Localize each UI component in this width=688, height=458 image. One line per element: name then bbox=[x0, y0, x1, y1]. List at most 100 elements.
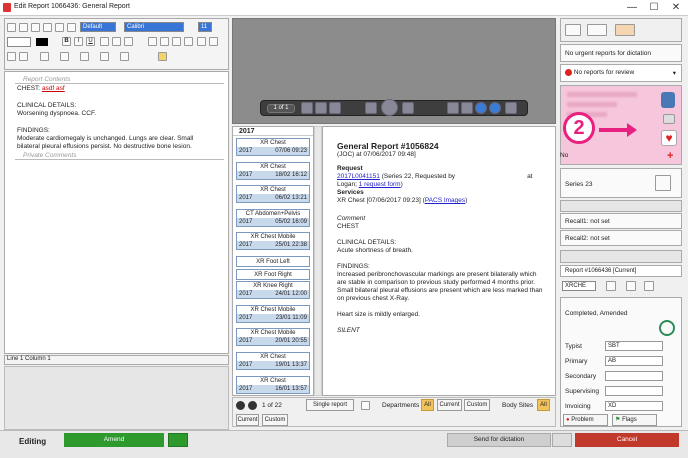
report-info-icon[interactable] bbox=[644, 281, 654, 291]
print-icon[interactable] bbox=[447, 102, 459, 114]
body-custom-button[interactable]: Custom bbox=[262, 414, 288, 426]
history-clock-icon[interactable] bbox=[659, 320, 675, 336]
body-current-button[interactable]: Current bbox=[236, 414, 259, 426]
numbering-icon[interactable] bbox=[19, 52, 28, 61]
color-combo[interactable] bbox=[7, 37, 31, 47]
history-item[interactable]: XR Chest Mobile 2017 23/01 11:09 bbox=[236, 304, 310, 323]
request-link[interactable]: 2017L0041151 bbox=[337, 173, 380, 180]
rotate-left-icon[interactable] bbox=[475, 102, 487, 114]
clipboard-icon[interactable] bbox=[655, 175, 671, 191]
queue-dropdown-icon[interactable] bbox=[615, 24, 635, 36]
sub-icon[interactable] bbox=[112, 37, 121, 46]
first-page-icon[interactable] bbox=[365, 102, 377, 114]
close-image-icon[interactable] bbox=[329, 102, 341, 114]
history-scrollbar[interactable] bbox=[314, 126, 322, 396]
prev-page-icon[interactable] bbox=[381, 99, 398, 116]
italic-icon[interactable]: I bbox=[74, 37, 83, 46]
maximize-button[interactable]: ☐ bbox=[646, 1, 662, 14]
vehicle-icon[interactable] bbox=[361, 401, 370, 410]
close-button[interactable]: ✕ bbox=[668, 1, 684, 14]
departments-custom-button[interactable]: Custom bbox=[464, 399, 490, 411]
align-left-icon[interactable] bbox=[148, 37, 157, 46]
history-item[interactable]: XR Foot Right bbox=[236, 268, 310, 280]
justify-icon[interactable] bbox=[184, 37, 193, 46]
review-dropdown[interactable]: No reports for review ▾ bbox=[560, 64, 682, 82]
spell-icon[interactable] bbox=[80, 52, 89, 61]
scan-icon[interactable] bbox=[461, 102, 473, 114]
report-combo[interactable]: Report #1066436 [Current] bbox=[560, 265, 682, 277]
expand-icon[interactable] bbox=[315, 102, 327, 114]
send-for-dictation-button[interactable]: Send for dictation bbox=[447, 433, 551, 447]
history-prev-icon[interactable] bbox=[236, 401, 245, 410]
pacs-link[interactable]: PACS Images bbox=[425, 197, 465, 204]
flags-button[interactable]: ⚑ Flags bbox=[612, 414, 657, 426]
amend-options-button[interactable] bbox=[168, 433, 188, 447]
underline-icon[interactable]: U bbox=[86, 37, 95, 46]
modality-combo[interactable]: XRCHE bbox=[562, 281, 596, 291]
zoom-icon[interactable] bbox=[505, 102, 517, 114]
rotate-right-icon[interactable] bbox=[489, 102, 501, 114]
history-item[interactable]: XR Chest Mobile 2017 20/01 20:55 bbox=[236, 328, 310, 347]
fit-icon[interactable] bbox=[301, 102, 313, 114]
heart-alert-icon[interactable]: ♥ bbox=[661, 130, 677, 146]
find-icon[interactable] bbox=[100, 52, 109, 61]
font-combo[interactable]: Calibri bbox=[124, 22, 184, 32]
recall2-field[interactable]: Recall2: not set bbox=[560, 230, 682, 246]
style-combo[interactable]: Default bbox=[80, 22, 116, 32]
outdent-icon[interactable] bbox=[209, 37, 218, 46]
recall1-field[interactable]: Recall1: not set bbox=[560, 213, 682, 229]
cancel-button[interactable]: Cancel bbox=[575, 433, 679, 447]
history-item[interactable]: XR Chest 2017 06/02 13:21 bbox=[236, 185, 310, 204]
size-combo[interactable]: 11 bbox=[198, 22, 212, 32]
single-report-button[interactable]: Single report bbox=[306, 399, 354, 411]
align-right-icon[interactable] bbox=[172, 37, 181, 46]
bullets-icon[interactable] bbox=[7, 52, 16, 61]
bold-icon[interactable]: B bbox=[62, 37, 71, 46]
history-item[interactable]: XR Chest Mobile 2017 25/01 22:38 bbox=[236, 232, 310, 251]
copy-icon[interactable] bbox=[43, 23, 52, 32]
request-form-link[interactable]: 1 request form bbox=[359, 181, 401, 188]
strike-icon[interactable] bbox=[100, 37, 109, 46]
history-item[interactable]: XR Chest 2017 18/02 16:12 bbox=[236, 161, 310, 180]
macro-icon[interactable] bbox=[120, 52, 129, 61]
paste-icon[interactable] bbox=[55, 23, 64, 32]
text-color-swatch[interactable] bbox=[36, 38, 48, 46]
table-icon[interactable] bbox=[40, 52, 49, 61]
history-item[interactable]: XR Chest 2017 19/01 13:37 bbox=[236, 352, 310, 370]
prev-report-icon[interactable] bbox=[606, 281, 616, 291]
amend-button[interactable]: Amend bbox=[64, 433, 164, 447]
history-item[interactable]: XR Chest 2017 16/01 13:57 bbox=[236, 375, 310, 394]
cut-icon[interactable] bbox=[31, 23, 40, 32]
body-sites-all-button[interactable]: All bbox=[537, 399, 550, 411]
add-alert-icon[interactable]: + bbox=[667, 150, 673, 162]
image-icon[interactable] bbox=[60, 52, 69, 61]
history-item[interactable]: XR Knee Right 2017 24/01 12:00 bbox=[236, 281, 310, 300]
typist-field[interactable]: SBT bbox=[605, 341, 663, 351]
patient-card-icon[interactable] bbox=[663, 114, 675, 124]
patient-person-icon[interactable] bbox=[661, 92, 675, 108]
undo-icon[interactable] bbox=[67, 23, 76, 32]
secondary-field[interactable] bbox=[605, 371, 663, 381]
history-item[interactable]: XR Foot Left bbox=[236, 256, 310, 267]
report-editor[interactable]: Report Contents CHEST: asdf asf CLINICAL… bbox=[4, 71, 229, 354]
primary-field[interactable]: AB bbox=[605, 356, 663, 366]
supervising-field[interactable] bbox=[605, 386, 663, 396]
send-options-button[interactable] bbox=[552, 433, 572, 447]
last-page-icon[interactable] bbox=[402, 102, 414, 114]
sup-icon[interactable] bbox=[124, 37, 133, 46]
departments-current-button[interactable]: Current bbox=[437, 399, 462, 411]
departments-all-button[interactable]: All bbox=[421, 399, 434, 411]
transfer-icon[interactable] bbox=[565, 24, 581, 36]
note-icon[interactable] bbox=[158, 52, 167, 61]
minimize-button[interactable]: — bbox=[624, 1, 640, 14]
search-dropdown-icon[interactable] bbox=[587, 24, 607, 36]
report-save-icon[interactable] bbox=[626, 281, 636, 291]
history-next-icon[interactable] bbox=[248, 401, 257, 410]
history-item[interactable]: CT Abdomen+Pelvis 2017 05/02 16:09 bbox=[236, 208, 310, 227]
align-center-icon[interactable] bbox=[160, 37, 169, 46]
open-icon[interactable] bbox=[19, 23, 28, 32]
new-icon[interactable] bbox=[7, 23, 16, 32]
invoicing-field[interactable]: XD bbox=[605, 401, 663, 411]
history-item[interactable]: XR Chest 2017 07/06 09:23 bbox=[236, 138, 310, 156]
problem-button[interactable]: ● Problem bbox=[563, 414, 608, 426]
